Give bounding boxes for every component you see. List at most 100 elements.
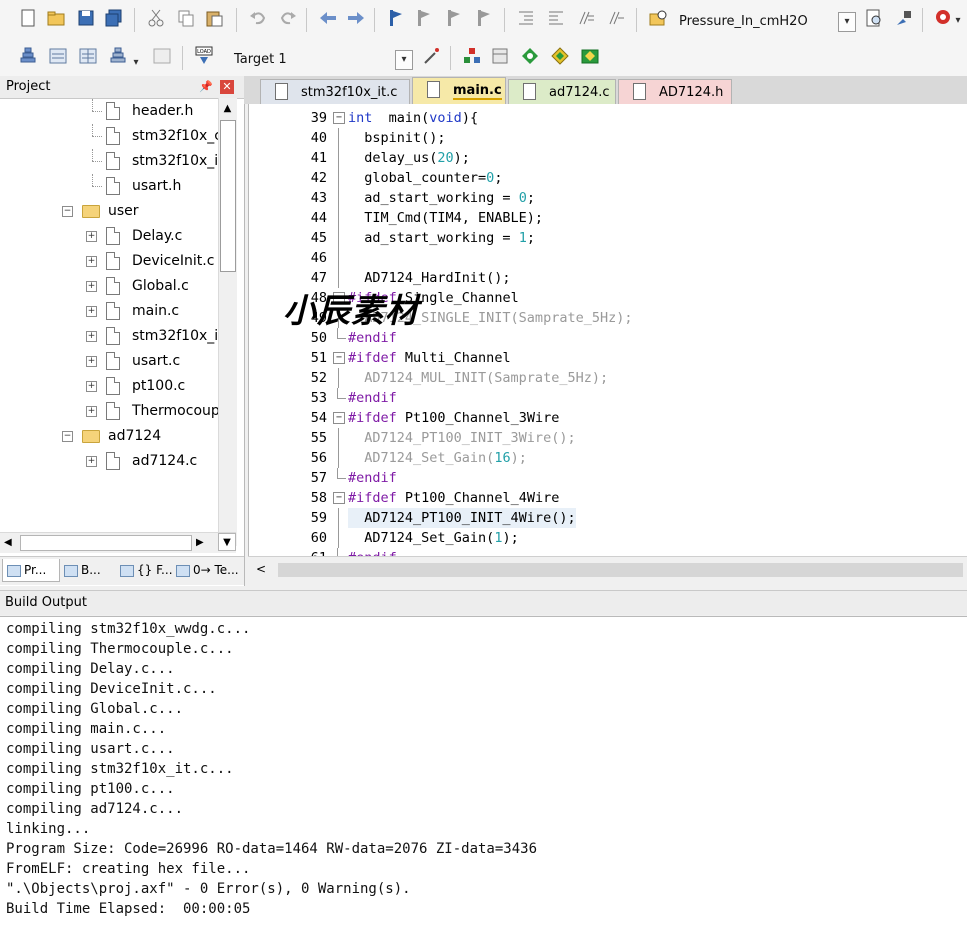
build-icon[interactable] bbox=[48, 46, 68, 66]
tree-file-item[interactable]: + stm32f10x_it bbox=[0, 324, 218, 349]
project-horizontal-scrollbar[interactable]: ◀ ▶ bbox=[0, 532, 236, 553]
tree-file-item[interactable]: + Global.c bbox=[0, 274, 218, 299]
undo-icon[interactable] bbox=[248, 8, 268, 28]
fold-toggle-icon[interactable]: − bbox=[333, 412, 345, 424]
scroll-left-icon[interactable]: < bbox=[256, 562, 266, 576]
batch-build-icon[interactable] bbox=[108, 46, 128, 66]
collapse-icon[interactable]: − bbox=[62, 431, 73, 442]
save-icon[interactable] bbox=[76, 8, 96, 28]
bookmark-icon[interactable] bbox=[386, 8, 406, 28]
panel-tab[interactable]: B... bbox=[60, 559, 112, 581]
cut-icon[interactable] bbox=[146, 8, 166, 28]
redo-icon[interactable] bbox=[278, 8, 298, 28]
expand-icon[interactable]: + bbox=[86, 381, 97, 392]
panel-tab[interactable]: 0→ Te... bbox=[172, 559, 239, 581]
fold-toggle-icon[interactable]: − bbox=[333, 112, 345, 124]
tree-file-item[interactable]: + usart.c bbox=[0, 349, 218, 374]
tree-file-item[interactable]: header.h bbox=[0, 99, 218, 124]
scroll-down-icon[interactable]: ▼ bbox=[218, 533, 236, 551]
next-bookmark-icon[interactable] bbox=[444, 8, 464, 28]
fold-toggle-icon[interactable]: − bbox=[333, 492, 345, 504]
build-output-line: compiling pt100.c... bbox=[6, 781, 175, 797]
software-packs-icon[interactable] bbox=[580, 46, 600, 66]
tree-file-item[interactable]: stm32f10x_c bbox=[0, 124, 218, 149]
target-config-dropdown-arrow[interactable]: ▾ bbox=[838, 12, 856, 32]
scroll-right-icon[interactable]: ▶ bbox=[196, 535, 208, 551]
prev-bookmark-icon[interactable] bbox=[414, 8, 434, 28]
select-packs-icon[interactable] bbox=[490, 46, 510, 66]
target-select[interactable]: Target 1 bbox=[234, 52, 287, 67]
code-token: #endif bbox=[348, 330, 397, 346]
expand-icon[interactable]: + bbox=[86, 356, 97, 367]
find-in-files-icon[interactable] bbox=[648, 8, 668, 28]
pin-icon[interactable]: 📌 bbox=[199, 80, 213, 94]
tree-file-item[interactable]: + Thermocoup bbox=[0, 399, 218, 424]
scroll-left-icon[interactable]: ◀ bbox=[4, 535, 16, 551]
uncomment-icon[interactable] bbox=[606, 8, 626, 28]
tree-file-item[interactable]: + pt100.c bbox=[0, 374, 218, 399]
tree-file-item[interactable]: + DeviceInit.c bbox=[0, 249, 218, 274]
editor-tab[interactable]: stm32f10x_it.c bbox=[260, 79, 410, 104]
expand-icon[interactable]: + bbox=[86, 456, 97, 467]
close-icon[interactable]: ✕ bbox=[220, 80, 234, 94]
tree-guide-line bbox=[92, 149, 93, 161]
manage-project-items-icon[interactable] bbox=[462, 46, 482, 66]
tree-file-item[interactable]: + main.c bbox=[0, 299, 218, 324]
expand-icon[interactable]: + bbox=[86, 231, 97, 242]
editor-tab[interactable]: ad7124.c bbox=[508, 79, 616, 104]
debug-session-icon[interactable] bbox=[934, 8, 954, 28]
clear-bookmarks-icon[interactable] bbox=[474, 8, 494, 28]
target-options-icon[interactable] bbox=[422, 46, 442, 66]
download-icon[interactable]: LOAD bbox=[194, 46, 214, 66]
debug-dropdown-arrow[interactable]: ▾ bbox=[952, 12, 964, 30]
project-vertical-scrollbar[interactable]: ▲ bbox=[218, 98, 237, 546]
rebuild-icon[interactable] bbox=[78, 46, 98, 66]
find-icon[interactable] bbox=[864, 8, 884, 28]
expand-icon[interactable]: + bbox=[86, 331, 97, 342]
pack-installer-icon[interactable] bbox=[550, 46, 570, 66]
editor-tab[interactable]: main.c bbox=[412, 77, 506, 104]
editor-tab[interactable]: AD7124.h bbox=[618, 79, 732, 104]
batch-build-dropdown-arrow[interactable]: ▾ bbox=[131, 54, 141, 72]
expand-icon[interactable]: + bbox=[86, 256, 97, 267]
target-config-combo[interactable]: Pressure_In_cmH2O bbox=[679, 14, 808, 29]
unindent-icon[interactable] bbox=[546, 8, 566, 28]
horizontal-scroll-thumb[interactable] bbox=[278, 563, 963, 577]
incremental-find-icon[interactable] bbox=[894, 8, 914, 28]
scroll-thumb[interactable] bbox=[220, 120, 236, 272]
collapse-icon[interactable]: − bbox=[62, 206, 73, 217]
paste-icon[interactable] bbox=[204, 8, 224, 28]
tree-file-item[interactable]: + Delay.c bbox=[0, 224, 218, 249]
new-file-icon[interactable] bbox=[18, 8, 38, 28]
navigate-forward-icon[interactable] bbox=[346, 8, 366, 28]
build-output-pane[interactable]: compiling stm32f10x_wwdg.c... compiling T… bbox=[0, 616, 967, 927]
horizontal-scroll-thumb[interactable] bbox=[20, 535, 192, 551]
copy-icon[interactable] bbox=[176, 8, 196, 28]
tree-file-item[interactable]: + ad7124.c bbox=[0, 449, 218, 474]
fold-toggle-icon[interactable]: − bbox=[333, 352, 345, 364]
code-text: delay_us(20); bbox=[348, 148, 470, 168]
folder-icon bbox=[82, 205, 100, 218]
navigate-back-icon[interactable] bbox=[318, 8, 338, 28]
expand-icon[interactable]: + bbox=[86, 306, 97, 317]
target-select-dropdown-arrow[interactable]: ▾ bbox=[395, 50, 413, 70]
expand-icon[interactable]: + bbox=[86, 406, 97, 417]
watermark-text: 小辰素材 bbox=[283, 291, 419, 330]
expand-icon[interactable]: + bbox=[86, 281, 97, 292]
indent-icon[interactable] bbox=[516, 8, 536, 28]
panel-tab[interactable]: {} F... bbox=[116, 559, 173, 581]
translate-icon[interactable] bbox=[18, 46, 38, 66]
scroll-up-icon[interactable]: ▲ bbox=[219, 100, 236, 118]
tree-file-item[interactable]: usart.h bbox=[0, 174, 218, 199]
panel-tab[interactable]: Pr... bbox=[2, 559, 60, 582]
manage-rte-icon[interactable] bbox=[520, 46, 540, 66]
fold-guide bbox=[338, 148, 339, 168]
open-folder-icon[interactable] bbox=[46, 8, 66, 28]
stop-build-icon[interactable] bbox=[152, 46, 172, 66]
editor-horizontal-scrollbar[interactable]: < bbox=[248, 556, 967, 583]
save-all-icon[interactable] bbox=[104, 8, 124, 28]
comment-icon[interactable] bbox=[576, 8, 596, 28]
tree-file-item[interactable]: stm32f10x_it bbox=[0, 149, 218, 174]
tree-folder-item[interactable]: − user bbox=[0, 199, 218, 224]
tree-folder-item[interactable]: − ad7124 bbox=[0, 424, 218, 449]
